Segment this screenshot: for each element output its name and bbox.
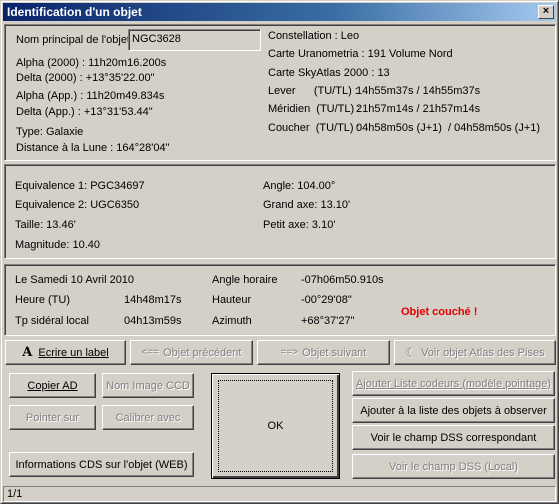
identification-dialog: Identification d'un objet × Nom principa… [0,0,559,504]
calibrate-with-text: Calibrer avec [115,411,181,424]
set-value: 04h58m50s (J+1) / 04h58m50s (J+1) [356,122,541,134]
object-name-field[interactable]: NGC3628 [128,29,261,51]
close-icon: × [542,5,550,17]
minor-axis: Petit axe: 3.10' [263,219,336,231]
copy-ad-button[interactable]: Copier AD [9,373,96,398]
meridian-label: Méridien (TU/TL) : [268,103,361,115]
size: Taille: 13.46' [15,219,76,231]
sidereal-time-value: 04h13m59s [124,315,182,327]
ok-focus-rect [218,380,333,472]
hour-angle-label: Angle horaire [212,274,278,286]
ccd-image-name-text: Nom Image CCD [106,379,190,392]
arrow-right-icon: ==> [280,347,299,358]
status-bar: 1/1 [3,486,556,502]
sidereal-time-label: Tp sidéral local [15,315,89,327]
meridian-value: 21h57m14s / 21h57m14s [356,103,481,115]
view-dss-local-button[interactable]: Voir le champ DSS (Local) [352,454,555,479]
physical-panel: Equivalence 1: PGC34697 Equivalence 2: U… [4,164,556,259]
azimuth-value: +68°37'27" [301,315,355,327]
add-to-observing-list-button[interactable]: Ajouter à la liste des objets à observer [352,398,555,423]
add-encoders-list-button[interactable]: Ajouter Liste codeurs (modèle pointage) [352,371,555,396]
close-button[interactable]: × [538,5,554,19]
window-title: Identification d'un objet [7,5,142,19]
time-ut-value: 14h48m17s [124,294,182,306]
cds-info-text: Informations CDS sur l'objet (WEB) [15,458,188,471]
observation-panel: Le Samedi 10 Avril 2010 Heure (TU) 14h48… [4,264,556,336]
constellation: Constellation : Leo [268,30,360,42]
altitude-label: Hauteur [212,294,252,306]
add-encoders-list-text: Ajouter Liste codeurs (modèle pointage) [355,377,552,390]
previous-object-button[interactable]: <== Objet précédent [130,340,253,365]
view-atlas-text: Voir objet Atlas des Pises [421,346,545,359]
rise-label: Lever (TU/TL) : [268,85,358,97]
view-dss-local-text: Voir le champ DSS (Local) [389,460,518,473]
azimuth-label: Azimuth [212,315,252,327]
equivalence-1: Equivalence 1: PGC34697 [15,180,145,192]
object-set-status: Objet couché ! [401,306,478,318]
moon-distance: Distance à la Lune : 164°28'04" [16,142,170,154]
arrow-left-icon: <== [141,347,160,358]
hour-angle-value: -07h06m50.910s [301,274,384,286]
major-axis: Grand axe: 13.10' [263,199,351,211]
cds-info-button[interactable]: Informations CDS sur l'objet (WEB) [9,452,194,477]
view-atlas-button[interactable]: ☾ Voir objet Atlas des Pises [394,340,556,365]
angle: Angle: 104.00° [263,180,336,192]
delta-2000: Delta (2000) : +13°35'22.00" [16,72,155,84]
object-info-panel: Nom principal de l'objet NGC3628 Alpha (… [4,24,556,161]
calibrate-with-button[interactable]: Calibrer avec [102,405,194,430]
next-object-button[interactable]: ==> Objet suivant [257,340,390,365]
copy-ad-text: Copier AD [27,379,78,392]
point-to-text: Pointer sur [25,411,80,424]
set-label: Coucher (TU/TL) : [268,122,360,134]
uranometria-chart: Carte Uranometria : 191 Volume Nord [268,48,453,60]
view-dss-field-text: Voir le champ DSS correspondant [370,431,537,444]
equivalence-2: Equivalence 2: UGC6350 [15,199,140,211]
magnitude: Magnitude: 10.40 [15,239,101,251]
title-bar: Identification d'un objet × [3,3,556,21]
rise-value: 14h55m37s / 14h55m37s [356,85,481,97]
time-ut-label: Heure (TU) [15,294,71,306]
view-dss-field-button[interactable]: Voir le champ DSS correspondant [352,425,555,450]
ok-button[interactable]: OK [211,373,340,479]
letter-a-icon: A [22,345,33,360]
object-type: Type: Galaxie [16,126,84,138]
next-object-text: Objet suivant [302,346,367,359]
alpha-apparent: Alpha (App.) : 11h20m49.834s [16,90,165,102]
previous-object-text: Objet précédent [163,346,242,359]
object-name-label: Nom principal de l'objet [16,34,130,46]
altitude-value: -00°29'08" [301,294,352,306]
alpha-2000: Alpha (2000) : 11h20m16.200s [16,57,167,69]
moon-icon: ☾ [405,344,418,360]
status-counter: 1/1 [7,488,23,500]
write-label-button[interactable]: A Ecrire un label [5,340,126,365]
write-label-text: Ecrire un label [38,346,109,359]
delta-apparent: Delta (App.) : +13°31'53.44" [16,106,153,118]
skyatlas-chart: Carte SkyAtlas 2000 : 13 [268,67,390,79]
point-to-button[interactable]: Pointer sur [9,405,96,430]
observation-date: Le Samedi 10 Avril 2010 [15,274,135,286]
ccd-image-name-button[interactable]: Nom Image CCD [102,373,194,398]
add-to-observing-list-text: Ajouter à la liste des objets à observer [360,404,547,417]
